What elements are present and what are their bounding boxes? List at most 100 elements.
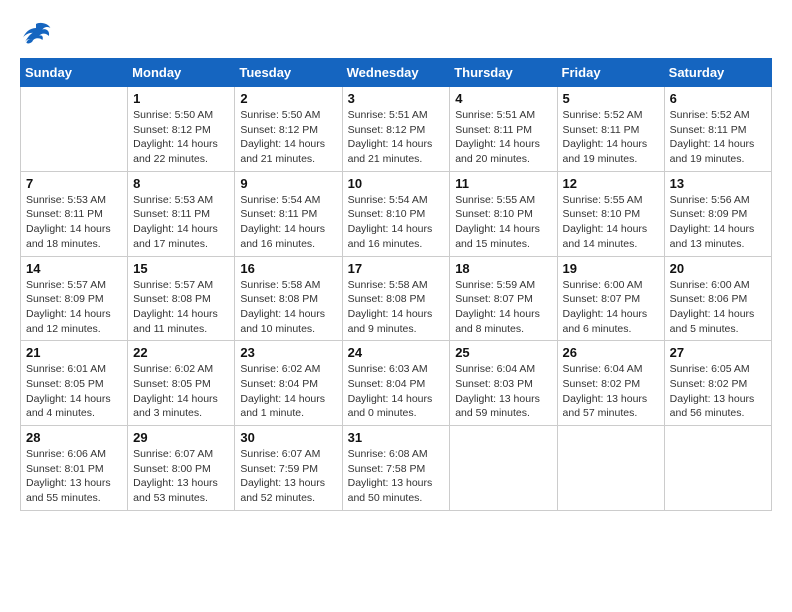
day-number: 9 [240, 176, 336, 191]
day-info: Sunrise: 5:52 AM Sunset: 8:11 PM Dayligh… [670, 108, 766, 167]
calendar-cell: 28 Sunrise: 6:06 AM Sunset: 8:01 PM Dayli… [21, 426, 128, 511]
day-info: Sunrise: 6:08 AM Sunset: 7:58 PM Dayligh… [348, 447, 445, 506]
page-header [20, 20, 772, 48]
calendar-cell: 17 Sunrise: 5:58 AM Sunset: 8:08 PM Dayli… [342, 256, 450, 341]
day-number: 11 [455, 176, 551, 191]
day-info: Sunrise: 6:05 AM Sunset: 8:02 PM Dayligh… [670, 362, 766, 421]
day-info: Sunrise: 5:58 AM Sunset: 8:08 PM Dayligh… [240, 278, 336, 337]
calendar-cell: 13 Sunrise: 5:56 AM Sunset: 8:09 PM Dayli… [664, 171, 771, 256]
calendar-cell: 6Sunrise: 5:52 AM Sunset: 8:11 PM Daylig… [664, 87, 771, 172]
calendar-cell: 18 Sunrise: 5:59 AM Sunset: 8:07 PM Dayli… [450, 256, 557, 341]
day-number: 12 [563, 176, 659, 191]
day-info: Sunrise: 5:50 AM Sunset: 8:12 PM Dayligh… [133, 108, 229, 167]
calendar-cell: 20 Sunrise: 6:00 AM Sunset: 8:06 PM Dayli… [664, 256, 771, 341]
day-info: Sunrise: 6:07 AM Sunset: 7:59 PM Dayligh… [240, 447, 336, 506]
day-number: 30 [240, 430, 336, 445]
day-info: Sunrise: 6:02 AM Sunset: 8:05 PM Dayligh… [133, 362, 229, 421]
calendar-cell [557, 426, 664, 511]
calendar-cell: 8 Sunrise: 5:53 AM Sunset: 8:11 PM Daylig… [128, 171, 235, 256]
day-info: Sunrise: 5:52 AM Sunset: 8:11 PM Dayligh… [563, 108, 659, 167]
day-number: 19 [563, 261, 659, 276]
day-number: 29 [133, 430, 229, 445]
day-info: Sunrise: 5:58 AM Sunset: 8:08 PM Dayligh… [348, 278, 445, 337]
calendar-cell: 29 Sunrise: 6:07 AM Sunset: 8:00 PM Dayli… [128, 426, 235, 511]
day-info: Sunrise: 5:51 AM Sunset: 8:12 PM Dayligh… [348, 108, 445, 167]
calendar-cell: 11 Sunrise: 5:55 AM Sunset: 8:10 PM Dayli… [450, 171, 557, 256]
day-number: 26 [563, 345, 659, 360]
logo-icon [20, 20, 52, 48]
calendar-cell: 21Sunrise: 6:01 AM Sunset: 8:05 PM Dayli… [21, 341, 128, 426]
day-number: 31 [348, 430, 445, 445]
calendar-week-row: 21Sunrise: 6:01 AM Sunset: 8:05 PM Dayli… [21, 341, 772, 426]
day-info: Sunrise: 6:00 AM Sunset: 8:06 PM Dayligh… [670, 278, 766, 337]
calendar-week-row: 7 Sunrise: 5:53 AM Sunset: 8:11 PM Daylig… [21, 171, 772, 256]
day-number: 28 [26, 430, 122, 445]
day-number: 20 [670, 261, 766, 276]
calendar-week-row: 14 Sunrise: 5:57 AM Sunset: 8:09 PM Dayli… [21, 256, 772, 341]
day-info: Sunrise: 6:03 AM Sunset: 8:04 PM Dayligh… [348, 362, 445, 421]
day-number: 25 [455, 345, 551, 360]
day-number: 23 [240, 345, 336, 360]
logo [20, 20, 56, 48]
calendar-cell: 4Sunrise: 5:51 AM Sunset: 8:11 PM Daylig… [450, 87, 557, 172]
day-info: Sunrise: 5:56 AM Sunset: 8:09 PM Dayligh… [670, 193, 766, 252]
calendar-cell [450, 426, 557, 511]
calendar-cell: 5 Sunrise: 5:52 AM Sunset: 8:11 PM Daylig… [557, 87, 664, 172]
day-info: Sunrise: 5:57 AM Sunset: 8:09 PM Dayligh… [26, 278, 122, 337]
calendar-cell: 22 Sunrise: 6:02 AM Sunset: 8:05 PM Dayli… [128, 341, 235, 426]
day-info: Sunrise: 6:07 AM Sunset: 8:00 PM Dayligh… [133, 447, 229, 506]
day-number: 2 [240, 91, 336, 106]
calendar-cell: 30 Sunrise: 6:07 AM Sunset: 7:59 PM Dayli… [235, 426, 342, 511]
day-number: 10 [348, 176, 445, 191]
day-info: Sunrise: 5:59 AM Sunset: 8:07 PM Dayligh… [455, 278, 551, 337]
weekday-header-thursday: Thursday [450, 59, 557, 87]
calendar-cell: 31 Sunrise: 6:08 AM Sunset: 7:58 PM Dayli… [342, 426, 450, 511]
day-info: Sunrise: 5:55 AM Sunset: 8:10 PM Dayligh… [455, 193, 551, 252]
calendar-cell: 16 Sunrise: 5:58 AM Sunset: 8:08 PM Dayli… [235, 256, 342, 341]
day-number: 5 [563, 91, 659, 106]
weekday-header-wednesday: Wednesday [342, 59, 450, 87]
day-info: Sunrise: 5:50 AM Sunset: 8:12 PM Dayligh… [240, 108, 336, 167]
calendar-week-row: 28 Sunrise: 6:06 AM Sunset: 8:01 PM Dayli… [21, 426, 772, 511]
day-info: Sunrise: 5:54 AM Sunset: 8:11 PM Dayligh… [240, 193, 336, 252]
day-info: Sunrise: 6:00 AM Sunset: 8:07 PM Dayligh… [563, 278, 659, 337]
day-info: Sunrise: 5:53 AM Sunset: 8:11 PM Dayligh… [26, 193, 122, 252]
day-number: 24 [348, 345, 445, 360]
day-number: 8 [133, 176, 229, 191]
calendar-cell: 12Sunrise: 5:55 AM Sunset: 8:10 PM Dayli… [557, 171, 664, 256]
day-info: Sunrise: 6:04 AM Sunset: 8:02 PM Dayligh… [563, 362, 659, 421]
calendar-cell: 10 Sunrise: 5:54 AM Sunset: 8:10 PM Dayli… [342, 171, 450, 256]
day-number: 13 [670, 176, 766, 191]
day-number: 17 [348, 261, 445, 276]
day-number: 3 [348, 91, 445, 106]
day-info: Sunrise: 6:06 AM Sunset: 8:01 PM Dayligh… [26, 447, 122, 506]
weekday-header-row: SundayMondayTuesdayWednesdayThursdayFrid… [21, 59, 772, 87]
weekday-header-monday: Monday [128, 59, 235, 87]
day-number: 27 [670, 345, 766, 360]
day-number: 18 [455, 261, 551, 276]
calendar-table: SundayMondayTuesdayWednesdayThursdayFrid… [20, 58, 772, 511]
day-info: Sunrise: 6:04 AM Sunset: 8:03 PM Dayligh… [455, 362, 551, 421]
calendar-cell: 2 Sunrise: 5:50 AM Sunset: 8:12 PM Daylig… [235, 87, 342, 172]
calendar-cell: 26 Sunrise: 6:04 AM Sunset: 8:02 PM Dayli… [557, 341, 664, 426]
calendar-cell: 23 Sunrise: 6:02 AM Sunset: 8:04 PM Dayli… [235, 341, 342, 426]
day-number: 22 [133, 345, 229, 360]
day-number: 14 [26, 261, 122, 276]
day-info: Sunrise: 5:54 AM Sunset: 8:10 PM Dayligh… [348, 193, 445, 252]
day-info: Sunrise: 5:57 AM Sunset: 8:08 PM Dayligh… [133, 278, 229, 337]
calendar-cell: 3 Sunrise: 5:51 AM Sunset: 8:12 PM Daylig… [342, 87, 450, 172]
calendar-cell: 27 Sunrise: 6:05 AM Sunset: 8:02 PM Dayli… [664, 341, 771, 426]
calendar-body: 1Sunrise: 5:50 AM Sunset: 8:12 PM Daylig… [21, 87, 772, 511]
calendar-cell: 9 Sunrise: 5:54 AM Sunset: 8:11 PM Daylig… [235, 171, 342, 256]
weekday-header-friday: Friday [557, 59, 664, 87]
calendar-cell [664, 426, 771, 511]
day-number: 16 [240, 261, 336, 276]
weekday-header-tuesday: Tuesday [235, 59, 342, 87]
day-info: Sunrise: 6:01 AM Sunset: 8:05 PM Dayligh… [26, 362, 122, 421]
day-info: Sunrise: 6:02 AM Sunset: 8:04 PM Dayligh… [240, 362, 336, 421]
calendar-cell: 1Sunrise: 5:50 AM Sunset: 8:12 PM Daylig… [128, 87, 235, 172]
day-number: 7 [26, 176, 122, 191]
day-number: 15 [133, 261, 229, 276]
day-info: Sunrise: 5:53 AM Sunset: 8:11 PM Dayligh… [133, 193, 229, 252]
calendar-header: SundayMondayTuesdayWednesdayThursdayFrid… [21, 59, 772, 87]
